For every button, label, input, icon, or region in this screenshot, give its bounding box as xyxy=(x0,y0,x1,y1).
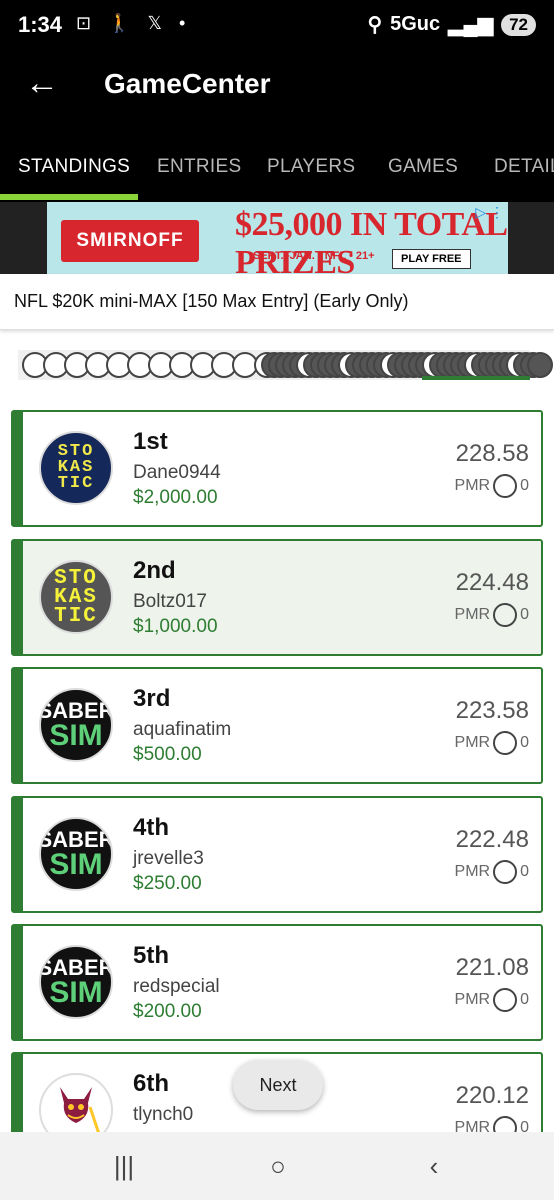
pmr-value: 0 xyxy=(520,991,529,1008)
avatar-scroller[interactable] xyxy=(18,350,553,380)
tab-players[interactable]: PLAYERS xyxy=(267,156,355,178)
standing-card[interactable]: STO KAS TIC 2nd Boltz017 $1,000.00 224.48 PMR 0 xyxy=(11,539,543,656)
pmr-label: PMR xyxy=(454,863,491,880)
status-bar: 1:34 ⊡ 🚶 𝕏 • ⚲ 5Guc ▂▄▆ 72 xyxy=(0,0,554,52)
ad-subline: SEPT.–JAN. • NFL • 21+ xyxy=(253,250,375,262)
standing-score: 228.58 xyxy=(455,440,529,467)
avatar-logo-text: SIM xyxy=(49,976,103,1009)
system-nav-bar: ||| ○ ‹ xyxy=(0,1132,554,1200)
standing-score: 222.48 xyxy=(455,826,529,853)
network-label: 5Guc xyxy=(390,13,441,35)
standing-rank: 4th xyxy=(133,814,169,841)
standing-card[interactable]: SABER SIM 5th redspecial $200.00 221.08 PMR 0 xyxy=(11,924,543,1041)
ad-cta-button[interactable]: PLAY FREE xyxy=(392,249,471,269)
app-bar: ← GameCenter xyxy=(0,52,554,118)
pmr-value: 0 xyxy=(520,734,529,751)
user-avatar: SABER SIM xyxy=(39,945,113,1019)
pmr-indicator: PMR 0 xyxy=(455,988,529,1012)
standing-card[interactable]: SABER SIM 4th jrevelle3 $250.00 222.48 PMR 0 xyxy=(11,796,543,913)
avatar-logo-text: KAS xyxy=(54,585,98,609)
pmr-value: 0 xyxy=(520,606,529,623)
tab-entries[interactable]: ENTRIES xyxy=(157,156,241,178)
pmr-circle-icon xyxy=(493,474,518,498)
ad-strip: SMIRNOFF $25,000 IN TOTAL PRIZES SEPT.–J… xyxy=(0,202,554,274)
ad-choices-icon[interactable]: ▷ ⋮ xyxy=(475,204,504,221)
pmr-circle-icon xyxy=(493,988,518,1012)
signal-icon: ▂▄▆ xyxy=(448,14,494,36)
contest-header: NFL $20K mini-MAX [150 Max Entry] (Early… xyxy=(0,274,554,330)
pmr-value: 0 xyxy=(520,477,529,494)
standing-rank: 5th xyxy=(133,942,169,969)
pmr-label: PMR xyxy=(454,734,491,751)
standing-score: 223.58 xyxy=(455,697,529,724)
home-icon[interactable]: ○ xyxy=(248,1146,308,1186)
standing-username: Dane0944 xyxy=(133,462,221,483)
back-arrow-icon[interactable]: ← xyxy=(22,64,62,104)
standing-rank: 3rd xyxy=(133,685,171,712)
next-button[interactable]: Next xyxy=(233,1060,323,1110)
avatar-logo-text: SIM xyxy=(49,719,103,752)
avatar-logo-text: TIC xyxy=(57,474,95,493)
standing-rank: 2nd xyxy=(133,557,176,584)
user-avatar: STO KAS TIC xyxy=(39,431,113,505)
standing-score: 221.08 xyxy=(455,954,529,981)
user-avatar: SABER SIM xyxy=(39,817,113,891)
standing-rank: 1st xyxy=(133,428,168,455)
page-title: GameCenter xyxy=(104,68,271,99)
standing-username: aquafinatim xyxy=(133,719,232,740)
ad-brand-logo: SMIRNOFF xyxy=(61,220,199,262)
standing-prize: $500.00 xyxy=(133,744,202,765)
standing-card[interactable]: SABER SIM 3rd aquafinatim $500.00 223.58 PMR 0 xyxy=(11,667,543,784)
avatar-logo-text: SIM xyxy=(49,848,103,881)
pmr-label: PMR xyxy=(454,477,491,494)
status-right: ⚲ 5Guc ▂▄▆ 72 xyxy=(367,12,536,37)
tab-games[interactable]: GAMES xyxy=(388,156,458,178)
standing-card[interactable]: STO KAS TIC 1st Dane0944 $2,000.00 228.58 PMR 0 xyxy=(11,410,543,527)
standing-score: 224.48 xyxy=(455,569,529,596)
tab-bar: STANDINGS ENTRIES PLAYERS GAMES DETAIL xyxy=(0,118,554,202)
contest-name: NFL $20K mini-MAX [150 Max Entry] (Early… xyxy=(14,291,409,311)
scroll-indicator xyxy=(422,376,530,380)
pmr-label: PMR xyxy=(454,991,491,1008)
location-icon: ⚲ xyxy=(367,14,383,36)
standing-username: Boltz017 xyxy=(133,591,207,612)
mini-avatar xyxy=(527,352,553,378)
tab-detail[interactable]: DETAIL xyxy=(494,156,554,178)
standing-prize: $200.00 xyxy=(133,1001,202,1022)
standing-username: tlynch0 xyxy=(133,1104,194,1125)
pmr-label: PMR xyxy=(454,606,491,623)
standing-score: 220.12 xyxy=(455,1082,529,1109)
active-tab-indicator xyxy=(0,194,138,200)
standing-prize: $1,000.00 xyxy=(133,616,218,637)
battery-badge: 72 xyxy=(501,13,536,36)
standing-rank: 6th xyxy=(133,1070,169,1097)
avatar-logo-text: TIC xyxy=(54,604,98,628)
standing-prize: $250.00 xyxy=(133,873,202,894)
tab-standings[interactable]: STANDINGS xyxy=(18,156,130,178)
pmr-circle-icon xyxy=(493,731,518,755)
standing-username: redspecial xyxy=(133,976,220,997)
pmr-indicator: PMR 0 xyxy=(455,731,529,755)
ad-banner[interactable]: SMIRNOFF $25,000 IN TOTAL PRIZES SEPT.–J… xyxy=(47,202,508,274)
standing-prize: $2,000.00 xyxy=(133,487,218,508)
pmr-indicator: PMR 0 xyxy=(455,603,529,627)
pmr-value: 0 xyxy=(520,863,529,880)
pmr-circle-icon xyxy=(493,860,518,884)
recents-icon[interactable]: ||| xyxy=(94,1146,154,1186)
back-icon[interactable]: ‹ xyxy=(404,1146,464,1186)
notification-icons: ⊡ 🚶 𝕏 • xyxy=(76,13,192,33)
user-avatar: SABER SIM xyxy=(39,688,113,762)
pmr-indicator: PMR 0 xyxy=(455,474,529,498)
pmr-circle-icon xyxy=(493,603,518,627)
pmr-indicator: PMR 0 xyxy=(455,860,529,884)
avatar-logo-text: STO xyxy=(54,566,98,590)
standing-username: jrevelle3 xyxy=(133,848,204,869)
status-time: 1:34 xyxy=(18,12,63,37)
user-avatar: STO KAS TIC xyxy=(39,560,113,634)
